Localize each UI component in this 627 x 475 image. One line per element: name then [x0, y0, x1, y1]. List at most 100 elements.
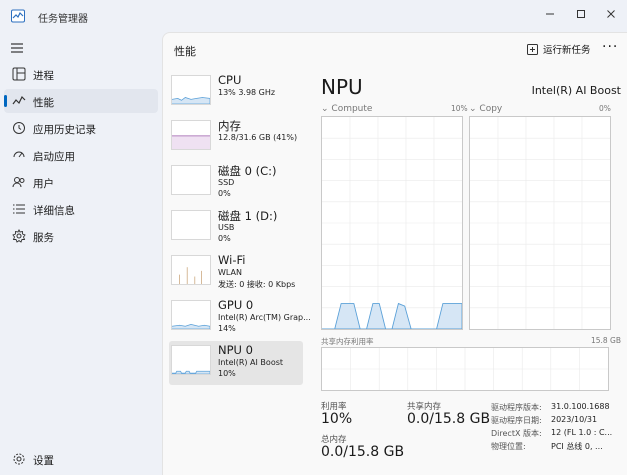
shared-memory-graph-label: 共享内存利用率 — [321, 337, 374, 346]
prop-label-directx: DirectX 版本: — [491, 429, 542, 438]
sidebar-item-users[interactable]: 用户 — [4, 170, 158, 194]
device-sub2: 0% — [218, 189, 231, 198]
device-name: Wi-Fi — [218, 253, 246, 267]
copy-graph — [469, 116, 611, 330]
maximize-button[interactable] — [573, 6, 589, 22]
compute-usage-area — [322, 302, 462, 329]
minimize-icon — [546, 13, 554, 15]
device-wifi[interactable]: Wi-Fi WLAN 发送: 0 接收: 0 Kbps — [169, 251, 303, 295]
prop-label-driver-version: 驱动程序版本: — [491, 403, 542, 412]
compute-graph — [321, 116, 463, 330]
more-options-button[interactable]: ··· — [602, 39, 618, 55]
sidebar-item-label: 设置 — [33, 455, 54, 467]
sidebar-item-app-history[interactable]: 应用历史记录 — [4, 116, 158, 140]
device-sub: USB — [218, 223, 235, 232]
run-new-task-label: 运行新任务 — [543, 45, 591, 56]
memory-sparkline — [171, 120, 211, 150]
device-gpu-0[interactable]: GPU 0 Intel(R) Arc(TM) Grap... 14% — [169, 296, 311, 340]
device-sub2: 发送: 0 接收: 0 Kbps — [218, 280, 296, 289]
device-sub2: 0% — [218, 234, 231, 243]
sidebar-item-label: 服务 — [33, 232, 54, 244]
users-icon — [12, 177, 25, 188]
details-icon — [13, 204, 25, 214]
npu-detail-panel: NPU Intel(R) AI Boost ⌄ Compute 10% ⌄ Co… — [321, 71, 621, 471]
device-sub: 13% 3.98 GHz — [218, 88, 276, 97]
hamburger-menu-icon[interactable] — [10, 42, 24, 54]
prop-value-driver-version: 31.0.100.1688 — [551, 402, 610, 411]
shared-memory-graph-max: 15.8 GB — [590, 336, 621, 345]
sidebar-item-label: 详细信息 — [33, 205, 75, 217]
npu-sparkline — [171, 345, 211, 375]
device-model: Intel(R) AI Boost — [531, 84, 621, 97]
sidebar-item-label: 进程 — [33, 70, 54, 82]
sidebar-item-services[interactable]: 服务 — [4, 224, 158, 248]
history-icon — [13, 122, 25, 134]
shared-memory-value: 0.0/15.8 GB — [407, 411, 491, 427]
device-name: CPU — [218, 73, 242, 87]
maximize-icon — [577, 10, 585, 18]
minimize-button[interactable] — [542, 6, 558, 22]
shared-memory-graph — [321, 347, 609, 391]
sidebar-item-performance[interactable]: 性能 — [4, 89, 158, 113]
device-sub2: 10% — [218, 369, 236, 378]
sidebar-item-label: 性能 — [33, 97, 54, 109]
main-panel: 性能 运行新任务 ··· CPU 13% 3.98 GHz 内存 12.8/31… — [162, 32, 627, 475]
sidebar-item-settings[interactable]: 设置 — [4, 447, 158, 471]
sidebar-item-startup-apps[interactable]: 启动应用 — [4, 143, 158, 167]
device-disk-1[interactable]: 磁盘 1 (D:) USB 0% — [169, 206, 303, 250]
device-name: GPU 0 — [218, 298, 254, 312]
disk1-sparkline — [171, 210, 211, 240]
compute-label-text: Compute — [331, 104, 373, 114]
device-name: NPU 0 — [218, 343, 253, 357]
sidebar-item-label: 用户 — [33, 178, 54, 190]
prop-label-location: 物理位置: — [491, 442, 526, 451]
close-button[interactable] — [603, 6, 619, 22]
cpu-sparkline — [171, 75, 211, 105]
sidebar-item-label: 应用历史记录 — [33, 124, 96, 136]
run-task-icon — [527, 43, 538, 55]
page-title: 性能 — [174, 45, 196, 58]
device-sub: WLAN — [218, 268, 243, 277]
close-icon — [607, 10, 615, 18]
prop-value-directx: 12 (FL 1.0 : C... — [551, 428, 613, 437]
run-new-task-button[interactable]: 运行新任务 — [527, 41, 591, 57]
utilization-value: 10% — [321, 411, 353, 427]
device-disk-0[interactable]: 磁盘 0 (C:) SSD 0% — [169, 161, 303, 205]
device-sub: Intel(R) AI Boost — [218, 358, 284, 367]
sidebar-item-label: 启动应用 — [33, 151, 75, 163]
copy-graph-label[interactable]: ⌄ Copy — [469, 104, 502, 114]
window-title: 任务管理器 — [38, 14, 88, 25]
startup-icon — [13, 151, 25, 158]
device-memory[interactable]: 内存 12.8/31.6 GB (41%) — [169, 116, 303, 160]
device-sub: SSD — [218, 178, 235, 187]
device-name: 磁盘 0 (C:) — [218, 164, 277, 178]
device-sub: Intel(R) Arc(TM) Grap... — [218, 313, 311, 322]
device-sub: 12.8/31.6 GB (41%) — [218, 133, 298, 142]
performance-icon — [12, 95, 26, 105]
active-indicator — [4, 95, 7, 107]
compute-graph-max: 10% — [451, 104, 468, 113]
title-bar: 任务管理器 — [0, 0, 627, 32]
device-cpu[interactable]: CPU 13% 3.98 GHz — [169, 71, 303, 115]
device-npu-0[interactable]: NPU 0 Intel(R) AI Boost 10% — [169, 341, 303, 385]
gpu-sparkline — [171, 300, 211, 330]
disk0-sparkline — [171, 165, 211, 195]
prop-value-driver-date: 2023/10/31 — [551, 415, 598, 424]
services-icon — [12, 229, 26, 243]
device-sub2: 14% — [218, 324, 236, 333]
copy-label-text: Copy — [479, 104, 503, 114]
device-title: NPU — [321, 75, 363, 99]
total-memory-value: 0.0/15.8 GB — [321, 444, 405, 460]
sidebar-item-details[interactable]: 详细信息 — [4, 197, 158, 221]
prop-label-driver-date: 驱动程序日期: — [491, 416, 542, 425]
device-name: 磁盘 1 (D:) — [218, 209, 278, 223]
settings-gear-icon — [13, 453, 25, 465]
prop-value-location: PCI 总线 0, ... — [551, 442, 603, 451]
sidebar-item-processes[interactable]: 进程 — [4, 62, 158, 86]
sidebar: 进程 性能 应用历史记录 启动应用 用户 详细信息 服务 设置 — [0, 32, 162, 475]
copy-graph-max: 0% — [599, 104, 611, 113]
device-name: 内存 — [218, 119, 241, 133]
processes-icon — [12, 67, 26, 81]
task-manager-app-icon — [11, 9, 25, 23]
compute-graph-label[interactable]: ⌄ Compute — [321, 104, 372, 114]
